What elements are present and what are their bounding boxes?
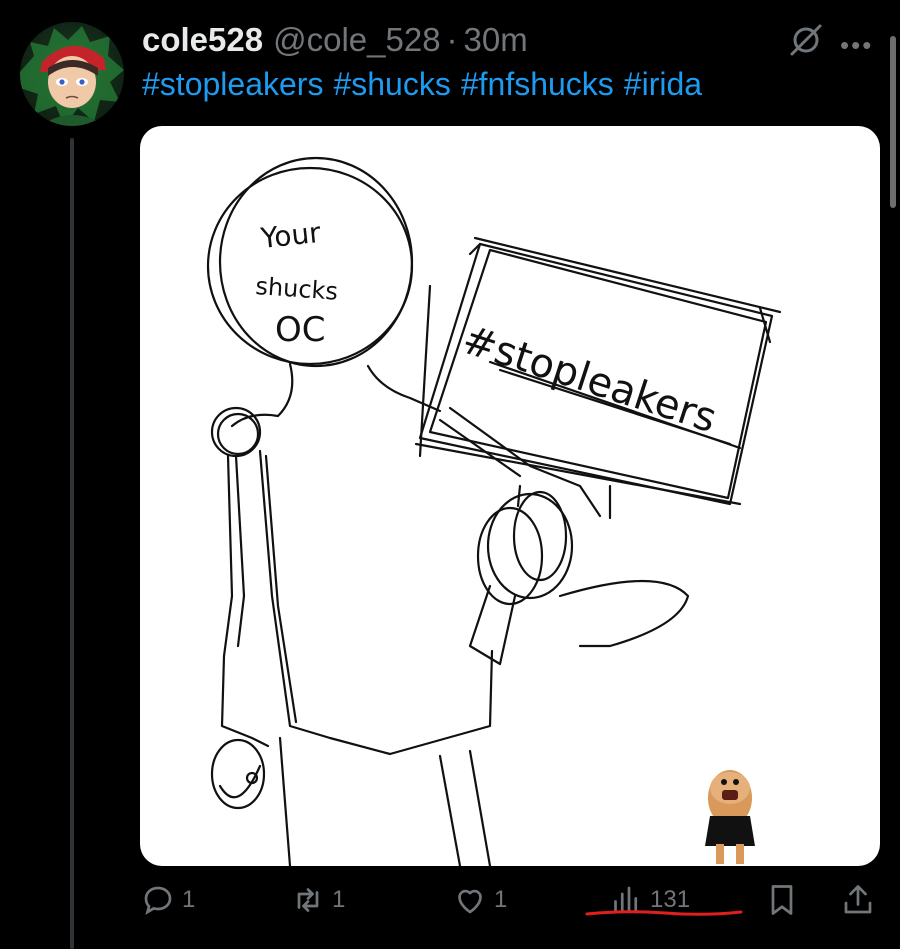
avatar-image	[20, 26, 124, 126]
reply-icon	[144, 886, 172, 915]
grok-icon[interactable]	[786, 20, 826, 60]
retweet-count: 1	[332, 886, 346, 913]
more-icon[interactable]: •••	[840, 30, 873, 61]
share-button[interactable]	[840, 882, 876, 918]
user-handle[interactable]: @cole_528	[273, 21, 440, 59]
hashtag-link[interactable]: #irida	[624, 66, 702, 102]
hashtag-link[interactable]: #fnfshucks	[461, 66, 614, 102]
tweet-media[interactable]: Your shucks OC #stopleakers	[140, 126, 880, 866]
hashtag-link[interactable]: #shucks	[333, 66, 450, 102]
scrollbar[interactable]	[890, 36, 896, 208]
puppet-sticker	[705, 770, 755, 864]
bookmark-icon	[771, 885, 793, 915]
thread-line	[70, 138, 74, 949]
hashtag-link[interactable]: #stopleakers	[142, 66, 323, 102]
action-bar: 1 1 1 131	[140, 870, 900, 940]
head-text-shucks: shucks	[255, 272, 339, 306]
reply-button[interactable]: 1	[140, 882, 195, 918]
reply-count: 1	[182, 886, 196, 913]
red-underline-annotation	[585, 910, 743, 916]
display-name[interactable]: cole528	[142, 21, 263, 59]
sign-text: #stopleakers	[457, 317, 722, 442]
sketch-drawing: Your shucks OC #stopleakers	[206, 156, 782, 866]
hashtags: #stopleakers #shucks #fnfshucks #irida	[142, 66, 712, 103]
avatar[interactable]	[20, 22, 124, 126]
like-count: 1	[494, 886, 508, 913]
share-icon	[844, 885, 872, 914]
retweet-icon	[297, 888, 319, 912]
tweet-header: cole528 @cole_528 · 30m	[142, 20, 528, 60]
like-button[interactable]: 1	[452, 882, 507, 918]
heart-icon	[458, 889, 482, 914]
separator-dot: ·	[446, 21, 458, 58]
bookmark-button[interactable]	[764, 882, 800, 918]
retweet-button[interactable]: 1	[290, 882, 345, 918]
head-text-your: Your	[258, 216, 322, 255]
timestamp[interactable]: 30m	[464, 21, 528, 59]
head-text-oc: OC	[275, 310, 326, 350]
